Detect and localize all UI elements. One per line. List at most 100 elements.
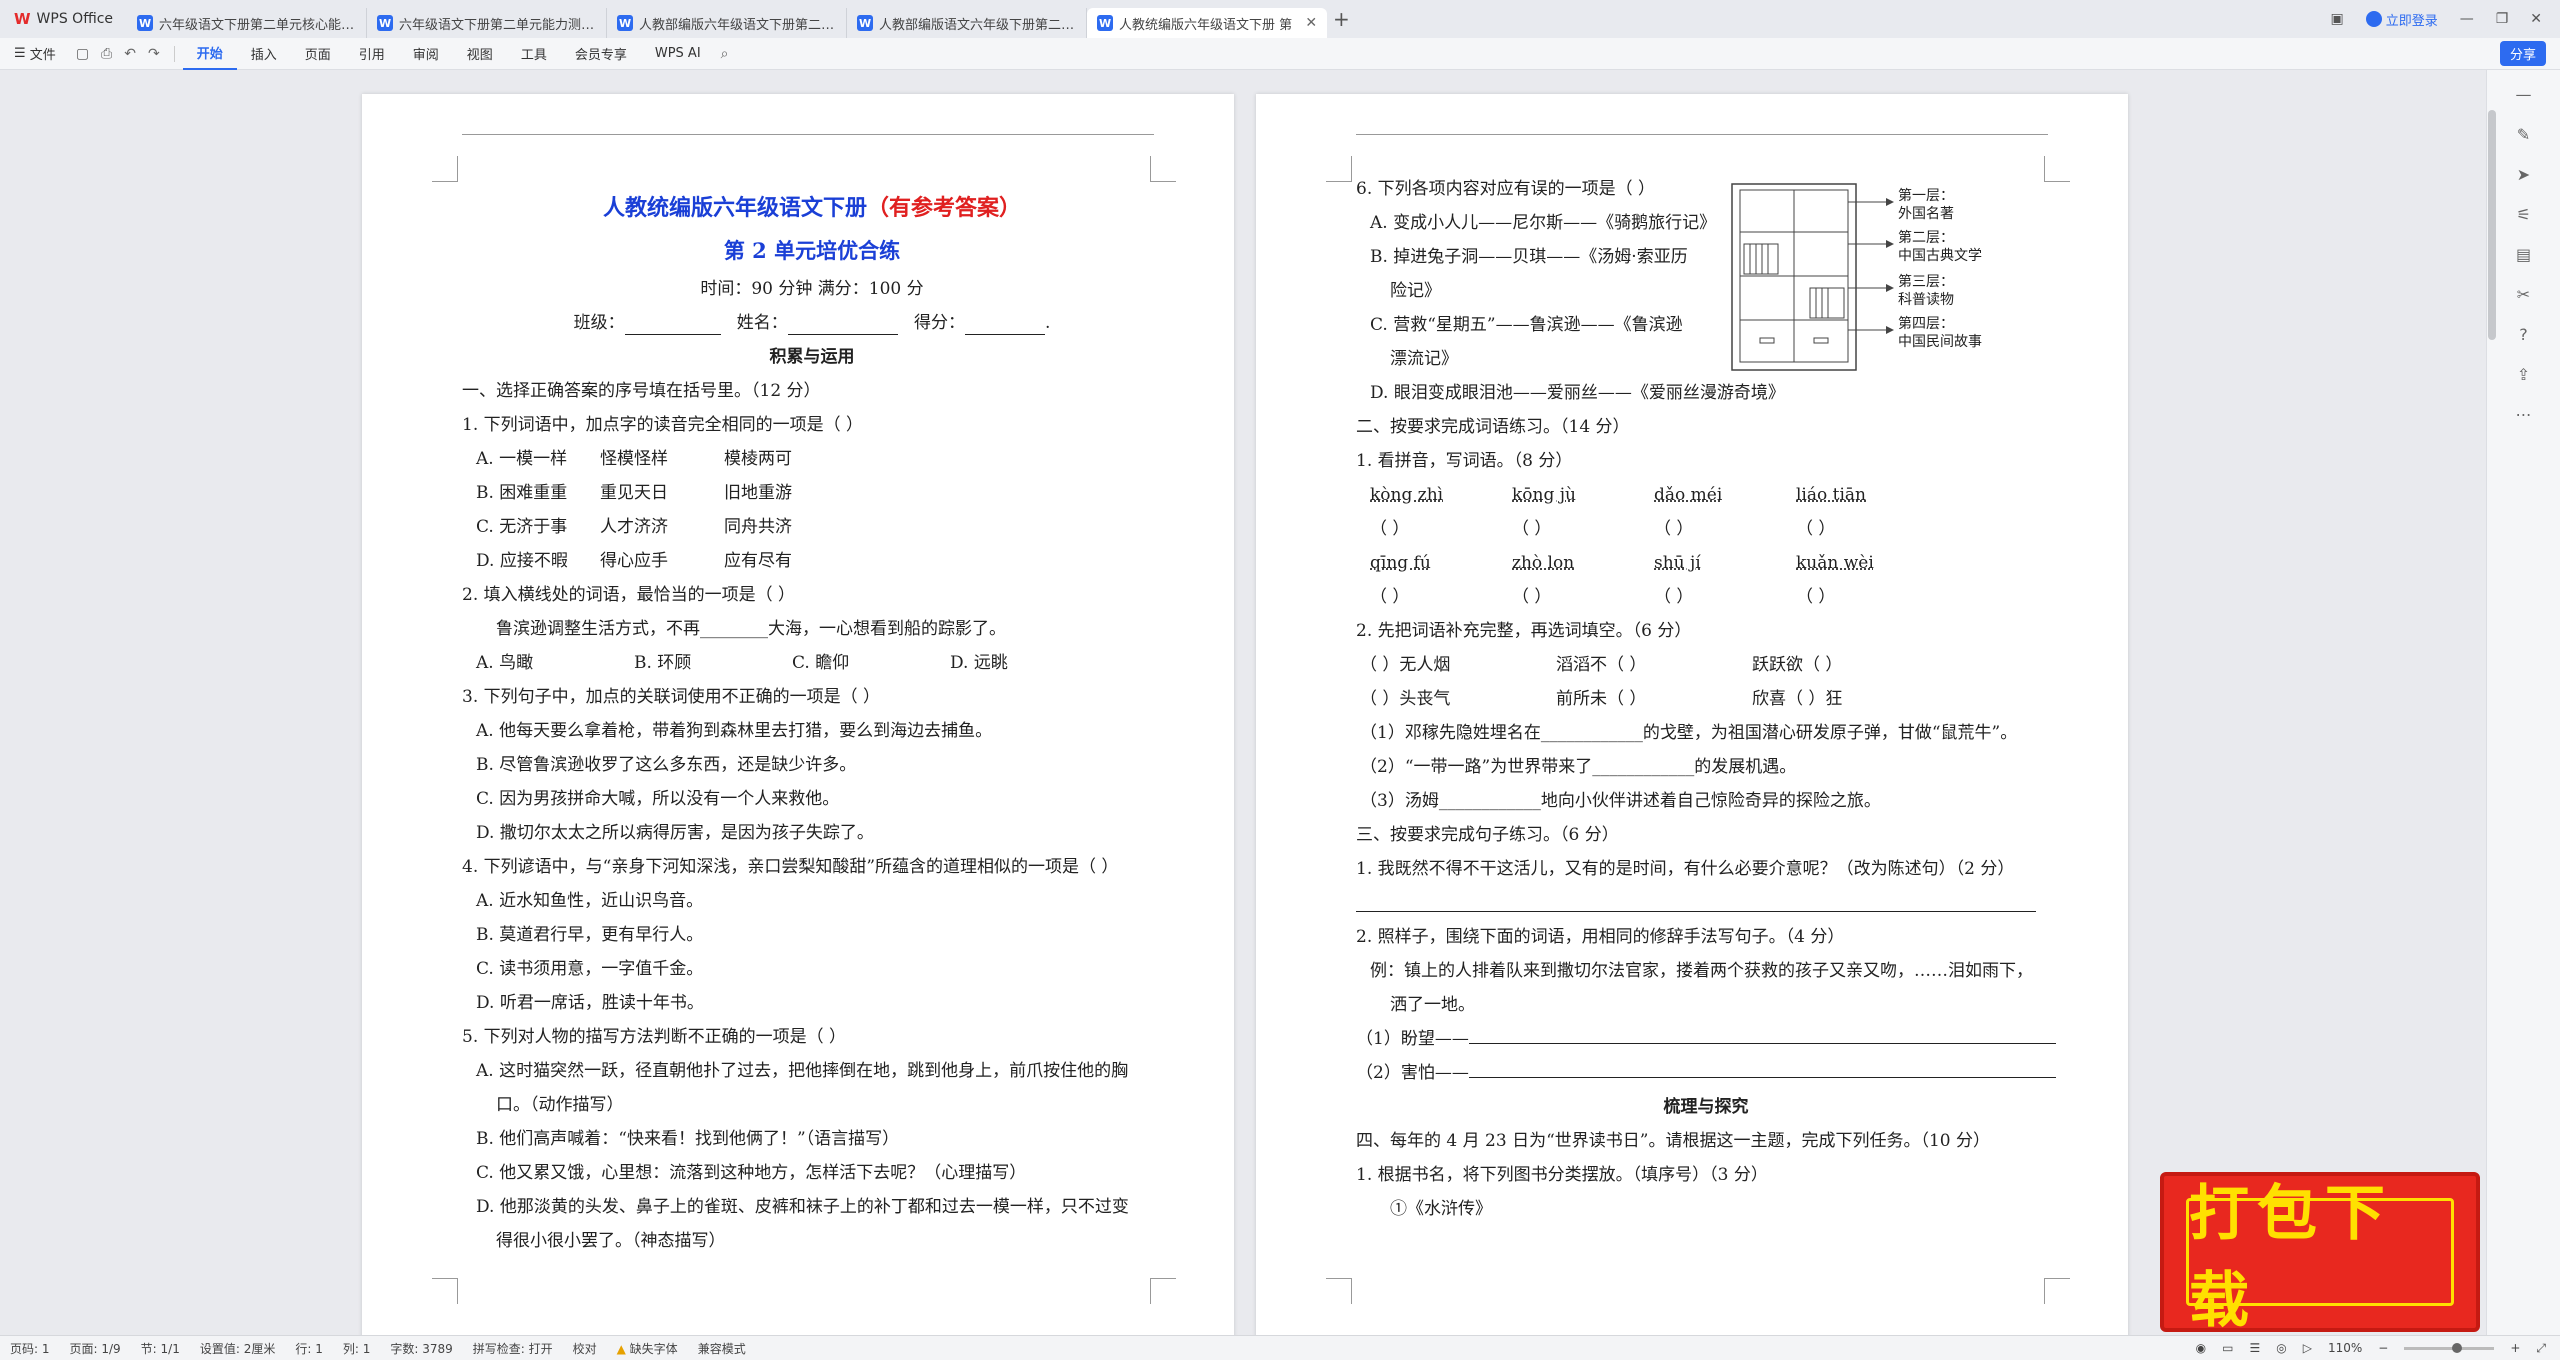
option-text: 同舟共济 — [724, 517, 792, 537]
sentence-question-2: 2. 照样子，围绕下面的词语，用相同的修辞手法写句子。（4 分） — [1356, 927, 1845, 947]
document-page-1[interactable]: 人教统编版六年级语文下册（有参考答案） 第 2 单元培优合练 时间：90 分钟 … — [362, 94, 1234, 1344]
margin-marker — [1150, 1278, 1176, 1304]
section-heading: 积累与运用 — [769, 347, 855, 367]
status-missing-font[interactable]: ▲ 缺失字体 — [607, 1340, 688, 1357]
status-spell-check[interactable]: 拼写检查: 打开 — [463, 1340, 563, 1357]
vertical-scrollbar[interactable] — [2488, 110, 2496, 340]
option-text: A. 鸟瞰 — [476, 653, 534, 673]
shelf-label: 第二层： — [1898, 229, 1954, 246]
search-icon[interactable]: ⌕ — [715, 46, 735, 62]
app-logo[interactable]: W WPS Office — [0, 0, 127, 38]
question-2: 2. 填入横线处的词语，最恰当的一项是（ ） — [462, 585, 796, 605]
pinyin-text: shū jí — [1654, 553, 1701, 573]
answer-line — [1356, 886, 2036, 912]
arrow-head — [1886, 326, 1894, 334]
undo-icon[interactable]: ↶ — [118, 46, 142, 62]
restore-icon[interactable]: ❐ — [2496, 11, 2509, 27]
image-icon[interactable]: ▤ — [2509, 240, 2539, 270]
answer-paren: （ ） — [1512, 587, 1552, 607]
format-icon[interactable]: ⚟ — [2509, 200, 2539, 230]
status-compat[interactable]: 兼容模式 — [688, 1340, 756, 1357]
minimize-icon[interactable]: — — [2460, 11, 2474, 27]
score-label: 得分： — [914, 313, 966, 333]
outline-icon[interactable]: ☰ — [2249, 1341, 2260, 1355]
header-rule — [1356, 134, 2048, 135]
zoom-in-icon[interactable]: + — [2510, 1341, 2520, 1355]
menu-tab-review[interactable]: 审阅 — [399, 38, 453, 70]
save-icon[interactable]: ▢ — [70, 46, 95, 62]
doc-title: 人教统编版六年级语文下册（有参考答案） — [462, 186, 1162, 230]
status-section[interactable]: 节: 1/1 — [131, 1340, 190, 1357]
toolbar-divider — [173, 45, 175, 62]
share-button[interactable]: 分享 — [2499, 41, 2546, 66]
zoom-value[interactable]: 110% — [2328, 1341, 2362, 1355]
minus-icon[interactable]: — — [2509, 80, 2539, 110]
shelf-label: 中国民间故事 — [1898, 334, 1982, 350]
play-icon[interactable]: ▷ — [2303, 1341, 2312, 1355]
pinyin-text: kuǎn wèi — [1796, 553, 1874, 573]
redo-icon[interactable]: ↷ — [142, 46, 166, 62]
menu-tab-references[interactable]: 引用 — [345, 38, 399, 70]
status-words[interactable]: 字数: 3789 — [380, 1340, 462, 1357]
drawer-handle — [1813, 337, 1829, 344]
page-view-icon[interactable]: ▭ — [2222, 1341, 2233, 1355]
name-blank — [787, 313, 898, 335]
section-3-heading: 三、按要求完成句子练习。（6 分） — [1356, 825, 1619, 845]
wps-ai-button[interactable]: WPS AI — [641, 38, 715, 70]
zoom-slider[interactable] — [2404, 1342, 2495, 1353]
class-blank — [624, 313, 721, 335]
name-label: 姓名： — [736, 313, 788, 333]
doc-tab-label: 人教统编版六年级语文下册 第 — [1119, 17, 1293, 33]
zoom-out-icon[interactable]: − — [2378, 1341, 2388, 1355]
new-tab-icon[interactable]: + — [1327, 7, 1356, 31]
login-button[interactable]: 立即登录 — [2365, 10, 2438, 29]
doc-tab-4[interactable]: W 人教部编版语文六年级下册第二单元 — [847, 8, 1088, 38]
pen-icon[interactable]: ✎ — [2509, 120, 2539, 150]
menu-tab-page[interactable]: 页面 — [291, 38, 345, 70]
doc-tab-2[interactable]: W 六年级语文下册第二单元能力测试卷 — [367, 8, 608, 38]
menu-tab-home[interactable]: 开始 — [182, 38, 237, 70]
help-icon[interactable]: ? — [2509, 320, 2539, 350]
answer-paren: （ ） — [1654, 519, 1694, 539]
cursor-icon[interactable]: ➤ — [2509, 160, 2539, 190]
tools-icon[interactable]: ✂ — [2509, 280, 2539, 310]
print-icon[interactable]: ⎙ — [95, 46, 118, 62]
write-prompt: （2）害怕—— — [1356, 1063, 1469, 1083]
q5-option: C. 他又累又饿，心里想：流落到这种地方，怎样活下去呢？（心理描写） — [476, 1163, 1027, 1183]
zoom-slider-thumb[interactable] — [2452, 1342, 2463, 1353]
doc-tab-1[interactable]: W 六年级语文下册第二单元核心能力达标 — [127, 8, 368, 38]
fill-word: 前所未（ ） — [1556, 689, 1647, 709]
close-window-icon[interactable]: ✕ — [2530, 11, 2542, 27]
menu-tab-view[interactable]: 视图 — [453, 38, 507, 70]
doc-tab-5-active[interactable]: W 人教统编版六年级语文下册 第 ✕ — [1087, 8, 1328, 38]
fullscreen-icon[interactable]: ⤢ — [2536, 1341, 2546, 1356]
status-pages[interactable]: 页面: 1/9 — [60, 1340, 131, 1357]
doc-tab-label: 六年级语文下册第二单元核心能力达标 — [159, 17, 356, 33]
answer-paren: （ ） — [1512, 519, 1552, 539]
status-setting[interactable]: 设置值: 2厘米 — [190, 1340, 286, 1357]
download-promo-badge[interactable]: 打包下载 — [2160, 1172, 2480, 1336]
status-proof[interactable]: 校对 — [563, 1340, 607, 1357]
close-tab-icon[interactable]: ✕ — [1305, 15, 1317, 31]
q2-options: A. 鸟瞰 B. 环顾 C. 瞻仰 D. 远眺 — [462, 646, 1162, 680]
more-icon[interactable]: ⋯ — [2509, 400, 2539, 430]
status-page[interactable]: 页码: 1 — [0, 1340, 60, 1357]
q5-option-cont: 口。（动作描写） — [496, 1095, 624, 1115]
window-layout-icon[interactable]: ▣ — [2330, 11, 2343, 27]
question-heading: 一、选择正确答案的序号填在括号里。（12 分） — [462, 381, 821, 401]
menu-tab-member[interactable]: 会员专享 — [561, 38, 641, 70]
file-menu[interactable]: ☰ 文件 — [0, 38, 70, 70]
eye-icon[interactable]: ◉ — [2196, 1341, 2206, 1355]
doc-tab-3[interactable]: W 人教部编版六年级语文下册第二单元 — [607, 8, 848, 38]
web-view-icon[interactable]: ◎ — [2276, 1341, 2286, 1355]
share-icon[interactable]: ⇪ — [2509, 360, 2539, 390]
menu-tab-insert[interactable]: 插入 — [237, 38, 291, 70]
document-page-2[interactable]: 6. 下列各项内容对应有误的一项是（ ） A. 变成小人儿——尼尔斯——《骑鹅旅… — [1256, 94, 2128, 1344]
fill-sentence: （2）“一带一路”为世界带来了____________的发展机遇。 — [1360, 757, 1797, 777]
menu-tab-tools[interactable]: 工具 — [507, 38, 561, 70]
status-col: 列: 1 — [342, 1341, 371, 1356]
fill-words-question: 2. 先把词语补充完整，再选词填空。（6 分） — [1356, 621, 1692, 641]
status-row: 行: 1 — [295, 1341, 323, 1356]
missing-font-label: 缺失字体 — [629, 1341, 678, 1356]
hamburger-icon: ☰ — [14, 46, 30, 61]
